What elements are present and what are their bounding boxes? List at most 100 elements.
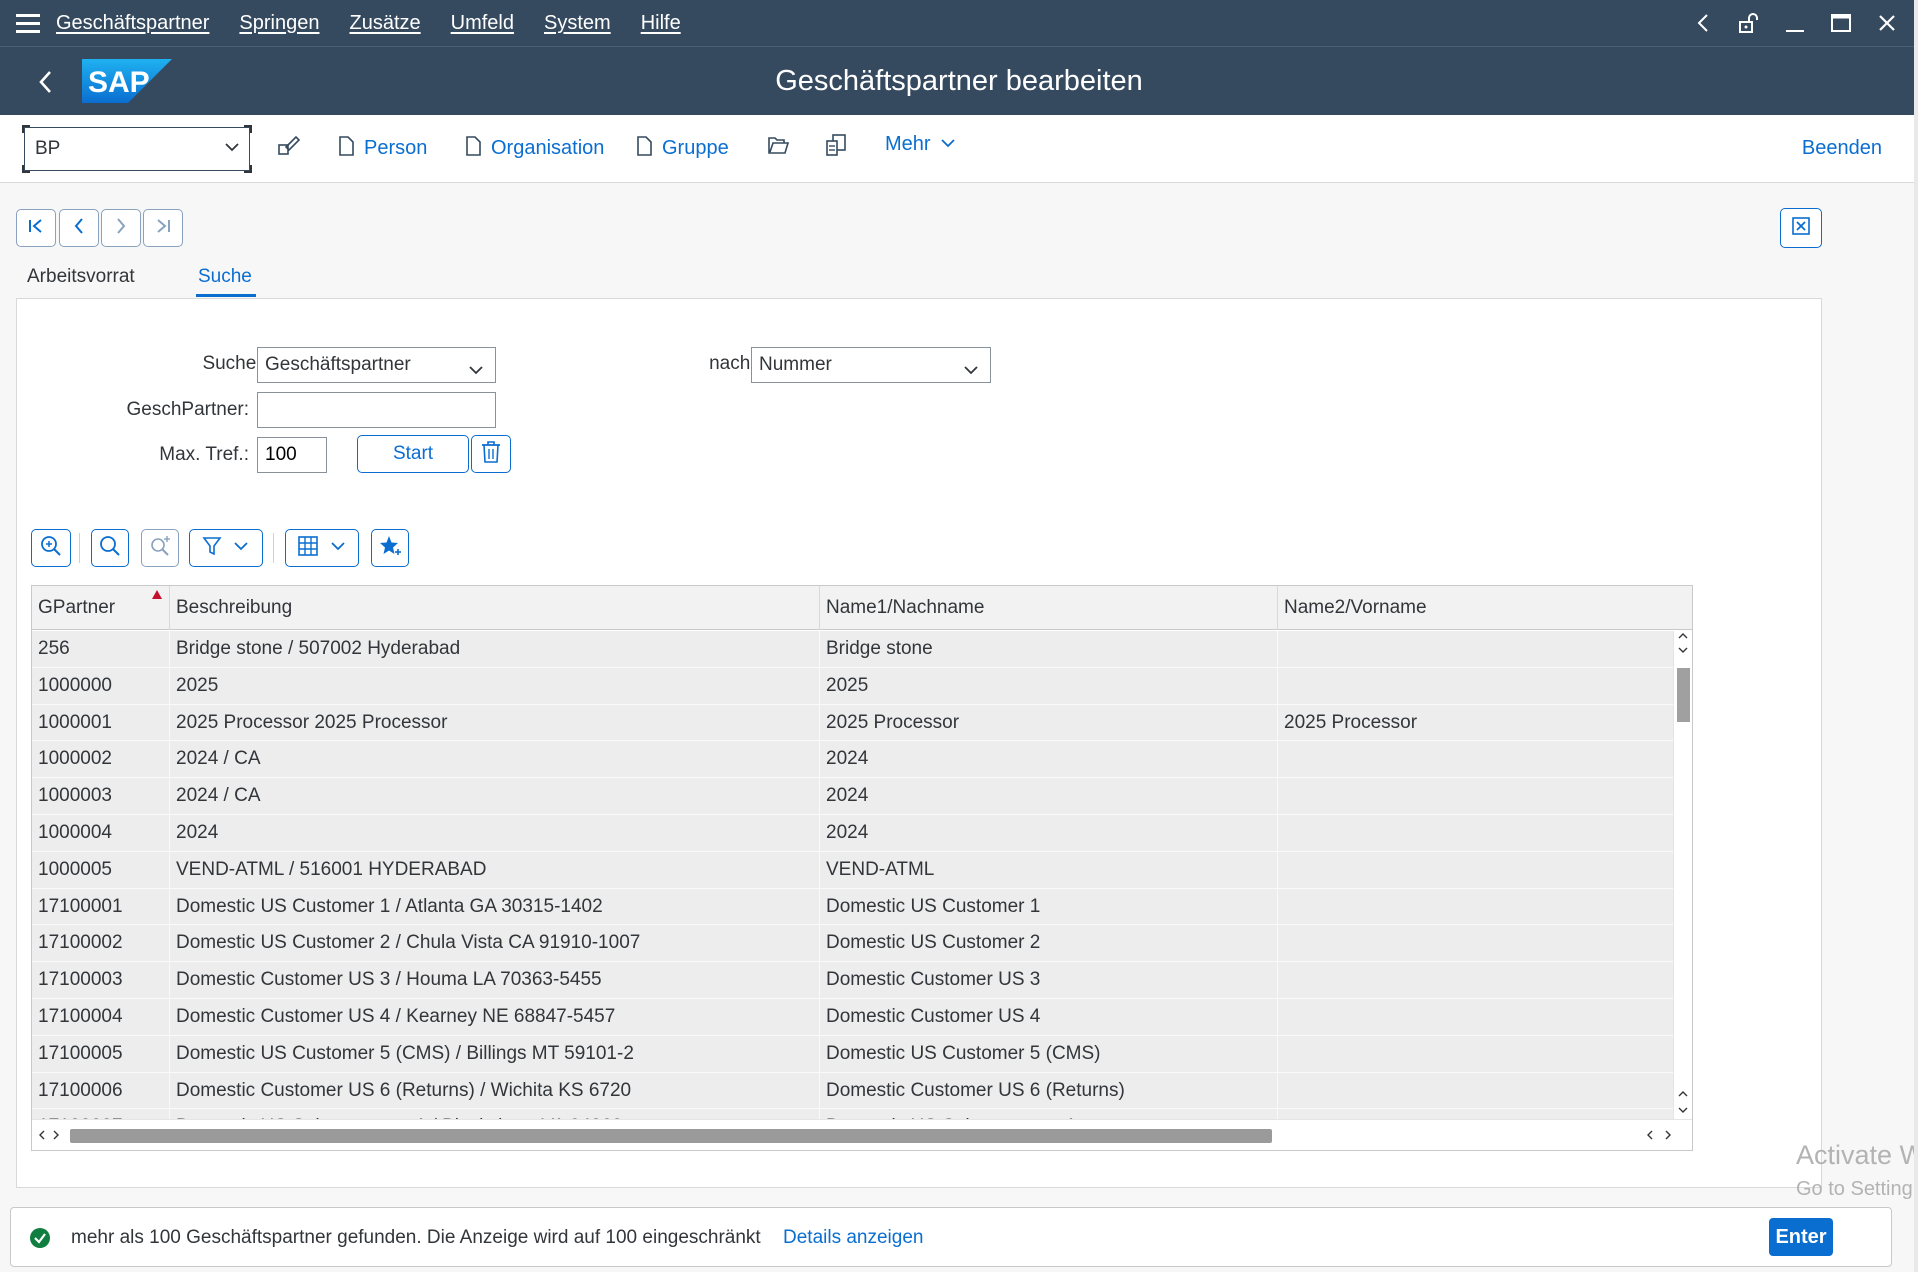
menu-hilfe[interactable]: Hilfe — [641, 12, 681, 35]
details-button[interactable] — [824, 133, 848, 163]
table-cell[interactable]: VEND-ATML / 516001 HYDERABAD — [170, 851, 820, 889]
table-row[interactable]: 1000004 2024 2024 — [32, 814, 1675, 852]
chevron-down-icon[interactable] — [223, 138, 241, 161]
table-row[interactable]: 1000005 VEND-ATML / 516001 HYDERABAD VEND-… — [32, 851, 1675, 889]
scroll-page-up-icon[interactable] — [1677, 1087, 1689, 1103]
table-cell[interactable]: 1000001 — [32, 704, 170, 742]
table-cell[interactable]: 17100006 — [32, 1072, 170, 1110]
table-cell[interactable]: 256 — [32, 631, 170, 668]
vertical-scroll-thumb[interactable] — [1677, 668, 1690, 722]
menu-springen[interactable]: Springen — [239, 12, 319, 35]
table-cell[interactable]: Domestic US Customer 1 / Atlanta GA 3031… — [170, 888, 820, 926]
table-cell[interactable] — [1278, 668, 1675, 705]
hamburger-menu-icon[interactable] — [0, 0, 56, 46]
table-cell[interactable]: 17100003 — [32, 962, 170, 999]
mehr-button[interactable]: Mehr — [885, 133, 957, 156]
table-cell[interactable]: 17100001 — [32, 888, 170, 926]
suche-dropdown[interactable]: Geschäftspartner — [257, 347, 496, 383]
table-cell[interactable]: Domestic US Customer 5 (CMS) — [820, 1035, 1278, 1073]
scroll-down-icon[interactable] — [1677, 643, 1689, 659]
unlock-icon[interactable] — [1736, 10, 1762, 36]
menu-zusaetze[interactable]: Zusätze — [349, 12, 420, 35]
table-cell[interactable]: 1000004 — [32, 814, 170, 852]
table-cell[interactable] — [1278, 815, 1675, 852]
change-display-button[interactable] — [276, 133, 302, 165]
table-cell[interactable]: VEND-ATML — [820, 851, 1278, 889]
person-button[interactable]: Person — [338, 133, 427, 163]
table-cell[interactable]: Domestic Customer US 4 / Kearney NE 6884… — [170, 998, 820, 1036]
table-cell[interactable] — [1278, 962, 1675, 999]
tab-arbeitsvorrat[interactable]: Arbeitsvorrat — [27, 266, 135, 288]
scroll-page-left-icon[interactable] — [1644, 1128, 1656, 1144]
table-cell[interactable]: 1000000 — [32, 667, 170, 705]
table-row[interactable]: 17100002 Domestic US Customer 2 / Chula V… — [32, 925, 1675, 963]
table-cell[interactable]: 2024 — [170, 814, 820, 852]
table-row[interactable]: 17100001 Domestic US Customer 1 / Atlanta… — [32, 888, 1675, 926]
table-cell[interactable] — [1278, 999, 1675, 1036]
table-cell[interactable]: 2025 Processor — [1278, 705, 1675, 742]
scroll-page-down-icon[interactable] — [1677, 1103, 1689, 1119]
table-row[interactable]: 1000000 2025 2025 — [32, 667, 1675, 705]
table-cell[interactable]: Domestic US Customer 2 / Chula Vista CA … — [170, 925, 820, 963]
table-cell[interactable] — [1278, 741, 1675, 778]
tab-suche[interactable]: Suche — [198, 266, 252, 288]
beenden-button[interactable]: Beenden — [1802, 137, 1882, 160]
table-cell[interactable]: Domestic Customer US 4 — [820, 998, 1278, 1036]
table-cell[interactable] — [1278, 631, 1675, 668]
table-cell[interactable]: 2024 / CA — [170, 741, 820, 779]
minimize-icon[interactable] — [1782, 10, 1808, 36]
menu-system[interactable]: System — [544, 12, 611, 35]
table-cell[interactable]: Domestic Customer US 6 (Returns) — [820, 1072, 1278, 1110]
table-cell[interactable] — [1278, 889, 1675, 926]
table-cell[interactable]: Bridge stone — [820, 631, 1278, 668]
table-cell[interactable] — [1278, 1109, 1675, 1119]
table-cell[interactable]: 2024 / CA — [170, 778, 820, 815]
start-button[interactable]: Start — [357, 435, 469, 473]
maximize-icon[interactable] — [1828, 10, 1854, 36]
nach-dropdown[interactable]: Nummer — [751, 347, 991, 383]
table-cell[interactable]: 2024 — [820, 741, 1278, 779]
next-record-button[interactable] — [101, 209, 141, 247]
table-cell[interactable] — [1278, 1036, 1675, 1073]
table-row[interactable]: 1000002 2024 / CA 2024 — [32, 741, 1675, 779]
favorites-button[interactable] — [371, 529, 409, 567]
horizontal-scrollbar[interactable] — [32, 1119, 1692, 1150]
geschpartner-input[interactable] — [257, 392, 496, 428]
table-cell[interactable]: 17100002 — [32, 925, 170, 963]
table-row[interactable]: 1000001 2025 Processor 2025 Processor 2025… — [32, 704, 1675, 742]
table-cell[interactable]: 2024 — [820, 814, 1278, 852]
table-cell[interactable]: 2025 — [170, 667, 820, 705]
find-button[interactable] — [91, 529, 129, 567]
table-row[interactable]: 17100003 Domestic Customer US 3 / Houma L… — [32, 962, 1675, 999]
open-button[interactable] — [766, 133, 790, 163]
close-window-icon[interactable] — [1874, 10, 1900, 36]
table-cell[interactable]: Domestic US Subcontractor A / Blacksburg… — [170, 1109, 820, 1119]
maxtref-input[interactable] — [257, 437, 327, 473]
vertical-scrollbar[interactable] — [1673, 631, 1692, 1119]
clear-search-button[interactable] — [471, 435, 511, 473]
table-cell[interactable] — [1278, 925, 1675, 962]
first-record-button[interactable] — [16, 209, 56, 247]
column-header-name2[interactable]: Name2/Vorname — [1278, 586, 1692, 630]
menu-umfeld[interactable]: Umfeld — [451, 12, 514, 35]
table-cell[interactable] — [1278, 1073, 1675, 1110]
table-cell[interactable]: Domestic US Subcontractor A — [820, 1109, 1278, 1119]
scroll-page-right-icon[interactable] — [1662, 1128, 1674, 1144]
scroll-left-icon[interactable] — [36, 1128, 48, 1144]
zoom-details-button[interactable] — [31, 529, 71, 567]
table-cell[interactable]: 17100004 — [32, 998, 170, 1036]
organisation-button[interactable]: Organisation — [465, 133, 604, 163]
command-input[interactable] — [35, 136, 205, 162]
column-header-beschreibung[interactable]: Beschreibung — [170, 586, 820, 630]
command-field[interactable] — [22, 125, 252, 173]
table-cell[interactable]: Domestic Customer US 6 (Returns) / Wichi… — [170, 1072, 820, 1110]
table-cell[interactable]: Domestic US Customer 2 — [820, 925, 1278, 963]
column-header-name1[interactable]: Name1/Nachname — [820, 586, 1278, 630]
table-cell[interactable]: 17100005 — [32, 1035, 170, 1073]
filter-dropdown-button[interactable] — [189, 529, 263, 567]
scroll-right-icon[interactable] — [50, 1128, 62, 1144]
table-cell[interactable]: 1000003 — [32, 778, 170, 815]
table-cell[interactable]: Domestic US Customer 5 (CMS) / Billings … — [170, 1035, 820, 1073]
table-row[interactable]: 1000003 2024 / CA 2024 — [32, 778, 1675, 815]
table-cell[interactable]: Domestic Customer US 3 — [820, 962, 1278, 999]
